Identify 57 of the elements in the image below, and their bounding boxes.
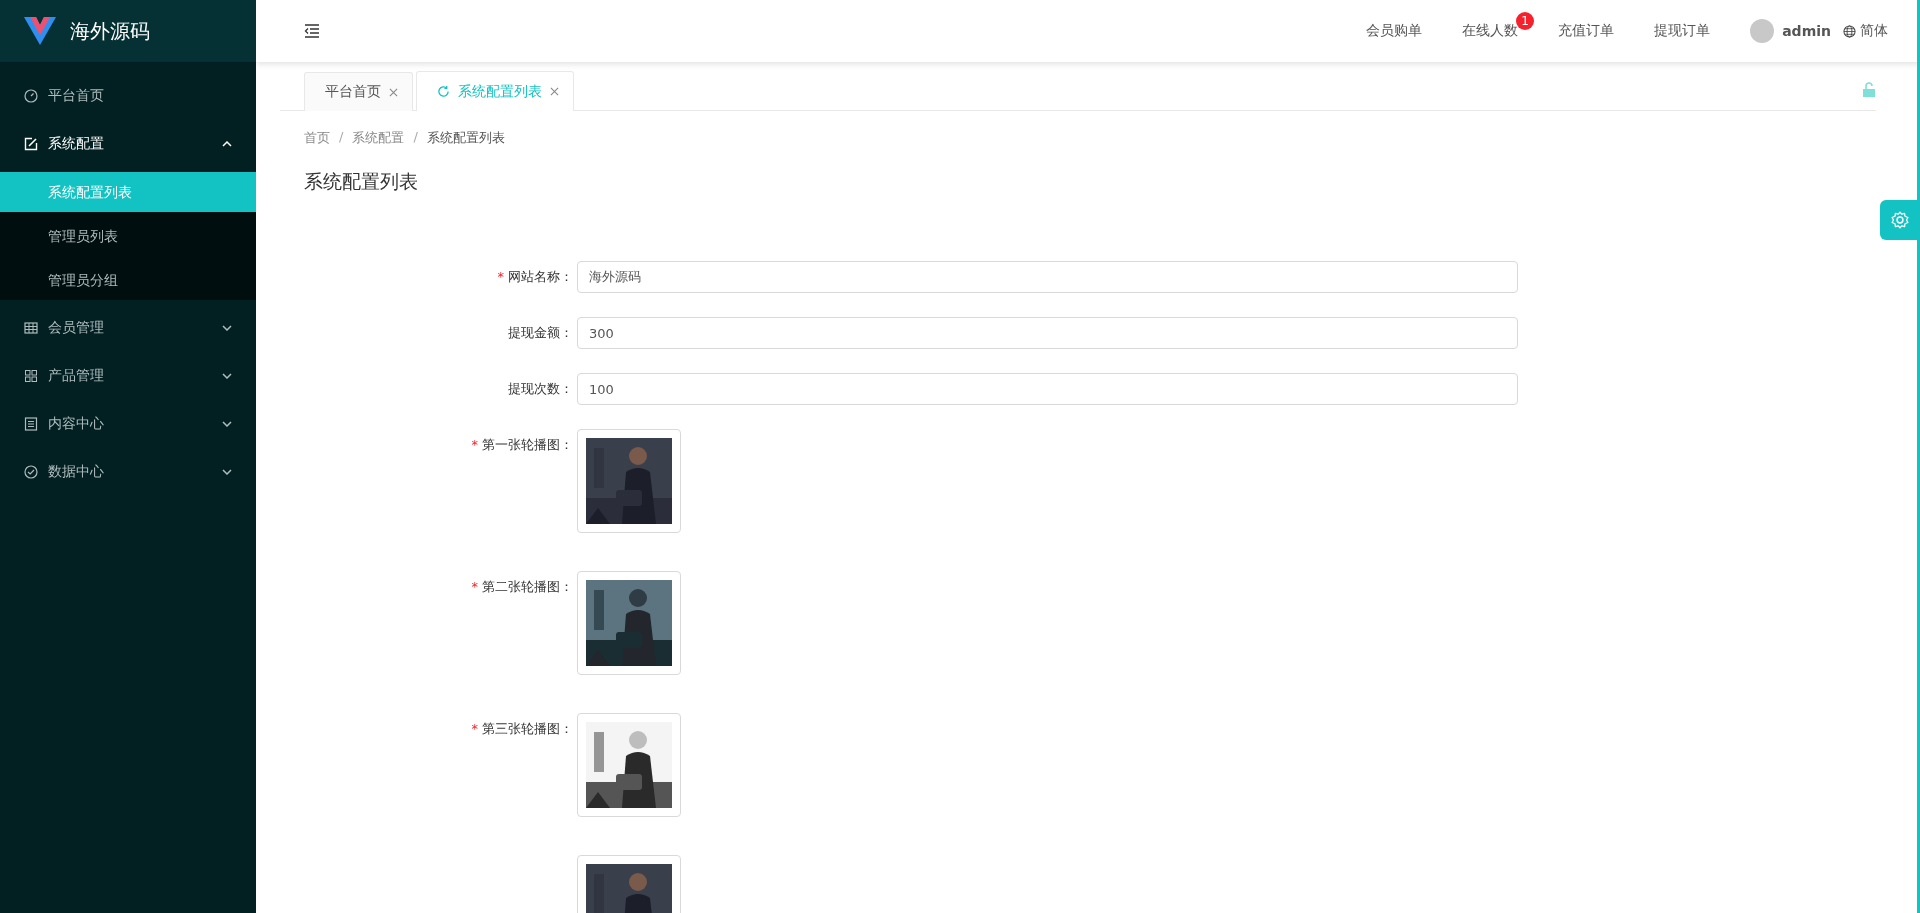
v-logo-icon <box>24 17 56 45</box>
caret-down-icon <box>222 325 232 331</box>
field-label: 提现次数： <box>508 381 573 396</box>
caret-down-icon <box>222 469 232 475</box>
table-icon <box>24 321 38 335</box>
menu-item[interactable]: 系统配置 <box>0 120 256 168</box>
document-icon <box>24 417 38 431</box>
image-upload[interactable] <box>577 571 681 675</box>
field-label: 第二张轮播图： <box>482 579 573 594</box>
submenu-item[interactable]: 管理员分组 <box>0 260 256 300</box>
menu-item[interactable]: 内容中心 <box>0 400 256 448</box>
image-upload[interactable] <box>577 429 681 533</box>
image-upload[interactable] <box>577 713 681 817</box>
required-mark: * <box>471 579 478 594</box>
submenu-item[interactable]: 管理员列表 <box>0 216 256 256</box>
header-link[interactable]: 提现订单 <box>1654 22 1711 38</box>
header-link[interactable]: 会员购单 <box>1366 22 1423 38</box>
required-mark: * <box>497 269 504 284</box>
input-field[interactable]: 海外源码 <box>577 261 1518 293</box>
caret-down-icon <box>222 421 232 427</box>
globe-icon[interactable] <box>1843 24 1856 38</box>
edit-icon <box>24 137 38 151</box>
header-link[interactable]: 在线人数 <box>1462 22 1519 38</box>
page-title: 系统配置列表 <box>304 169 419 194</box>
settings-icon <box>1890 210 1910 230</box>
breadcrumb-item[interactable]: 首页 <box>304 129 330 147</box>
app-title: 海外源码 <box>70 17 150 45</box>
field-label: 第三张轮播图： <box>482 721 573 736</box>
caret-up-icon <box>222 141 232 147</box>
required-mark: * <box>471 721 478 736</box>
input-field[interactable]: 300 <box>577 317 1518 349</box>
field-label: 网站名称： <box>508 269 573 284</box>
field-label: 提现金额： <box>508 325 573 340</box>
user-name[interactable]: admin <box>1782 23 1831 39</box>
close-icon[interactable] <box>389 87 398 97</box>
menu-item[interactable]: 产品管理 <box>0 352 256 400</box>
page-tab[interactable]: 平台首页 <box>304 72 413 111</box>
menu-item[interactable]: 数据中心 <box>0 448 256 496</box>
check-circle-icon <box>24 465 38 479</box>
language-label[interactable]: 简体 <box>1860 22 1888 40</box>
menu-item[interactable]: 平台首页 <box>0 72 256 120</box>
menu-item[interactable]: 会员管理 <box>0 304 256 352</box>
breadcrumb-separator: / <box>413 129 418 146</box>
count-badge: 1 <box>1516 12 1535 30</box>
close-icon[interactable] <box>550 87 559 96</box>
caret-down-icon <box>222 373 232 379</box>
header-link[interactable]: 充值订单 <box>1558 22 1615 38</box>
refresh-icon <box>437 85 450 98</box>
field-label: 第一张轮播图： <box>482 437 573 452</box>
breadcrumb-item[interactable]: 系统配置 <box>352 129 405 147</box>
breadcrumb-item: 系统配置列表 <box>426 129 505 147</box>
input-field[interactable]: 100 <box>577 373 1518 405</box>
grid-icon <box>24 369 38 383</box>
required-mark: * <box>471 437 478 452</box>
gauge-icon <box>24 89 38 103</box>
breadcrumb-separator: / <box>339 129 344 146</box>
menu-fold-icon[interactable] <box>304 24 320 38</box>
